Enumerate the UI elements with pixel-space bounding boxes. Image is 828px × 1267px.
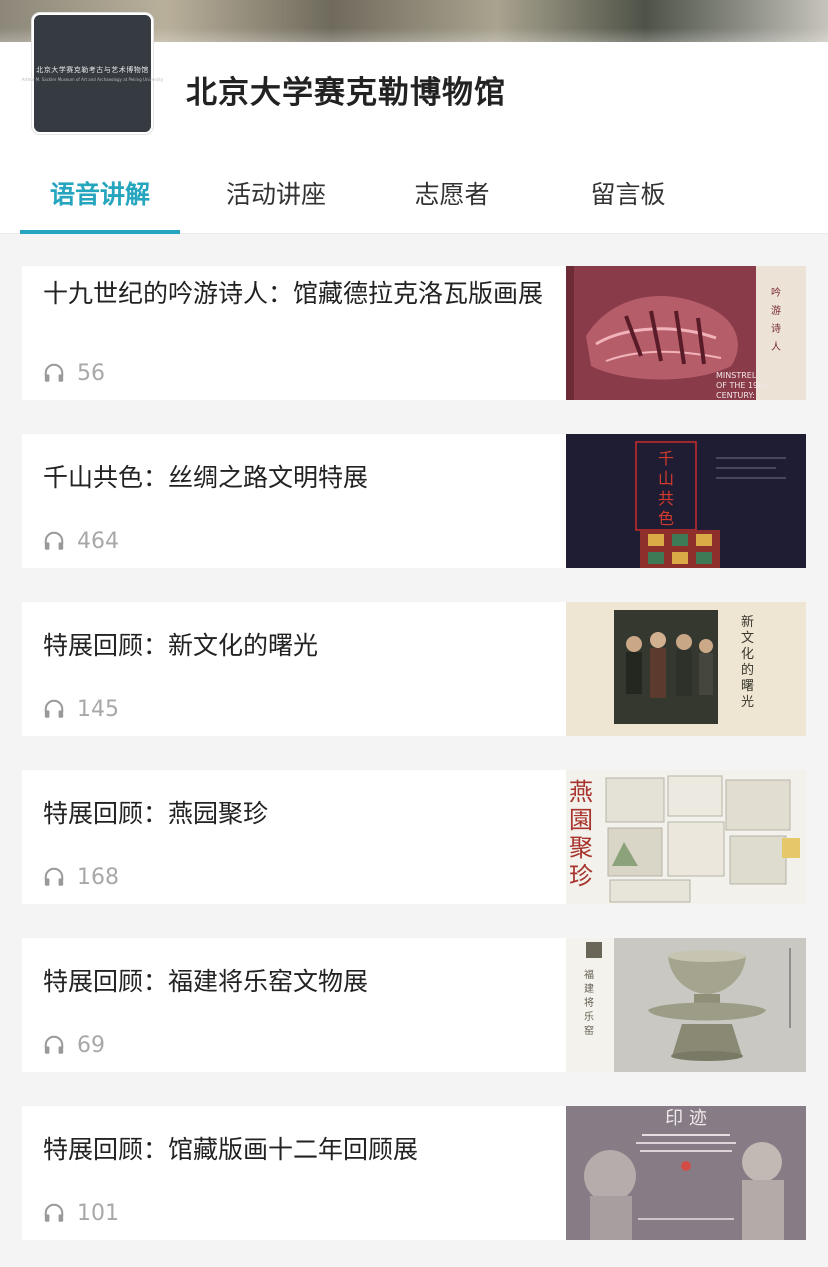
svg-text:乐: 乐 bbox=[584, 1011, 594, 1023]
list-item[interactable]: 特展回顾：燕园聚珍 168 燕 園 聚 珍 bbox=[22, 770, 806, 904]
headphones-icon bbox=[44, 699, 64, 718]
tab-volunteers[interactable]: 志愿者 bbox=[372, 154, 532, 234]
svg-text:園: 園 bbox=[569, 806, 593, 834]
svg-text:CENTURY:: CENTURY: bbox=[716, 391, 755, 400]
svg-text:千: 千 bbox=[658, 449, 674, 468]
active-tab-indicator bbox=[20, 230, 180, 234]
list-item[interactable]: 特展回顾：馆藏版画十二年回顾展 101 印 迹 bbox=[22, 1106, 806, 1240]
play-count-value: 101 bbox=[77, 1200, 119, 1226]
play-count: 56 bbox=[43, 360, 105, 386]
item-title: 十九世纪的吟游诗人：馆藏德拉克洛瓦版画展 bbox=[43, 279, 544, 308]
svg-text:共: 共 bbox=[658, 489, 674, 508]
play-count-value: 69 bbox=[77, 1032, 105, 1058]
play-count: 168 bbox=[43, 864, 119, 890]
tab-message-board[interactable]: 留言板 bbox=[548, 154, 708, 234]
poster-yanyuan-thumbnail: 燕 園 聚 珍 bbox=[566, 770, 806, 904]
tab-audio-guide[interactable]: 语音讲解 bbox=[20, 154, 180, 234]
svg-text:福: 福 bbox=[584, 968, 594, 981]
tab-bar: 语音讲解 活动讲座 志愿者 留言板 bbox=[0, 154, 828, 234]
svg-text:建: 建 bbox=[584, 982, 594, 995]
svg-text:光: 光 bbox=[741, 695, 754, 710]
play-count-value: 168 bbox=[77, 864, 119, 890]
museum-header: 北京大学赛克勒考古与艺术博物馆 Arthur M. Sackler Museum… bbox=[0, 0, 828, 154]
svg-text:印 迹: 印 迹 bbox=[665, 1108, 707, 1129]
svg-text:的: 的 bbox=[741, 662, 754, 678]
svg-text:珍: 珍 bbox=[569, 862, 593, 890]
poster-prints-thumbnail: 印 迹 bbox=[566, 1106, 806, 1240]
list-item[interactable]: 千山共色：丝绸之路文明特展 464 千 山 共 色 bbox=[22, 434, 806, 568]
list-item[interactable]: 特展回顾：福建将乐窑文物展 69 福 建 将 乐 窑 bbox=[22, 938, 806, 1072]
svg-text:色: 色 bbox=[658, 509, 674, 528]
svg-text:聚: 聚 bbox=[569, 834, 593, 862]
list-item[interactable]: 特展回顾：新文化的曙光 145 新 文 化 的 曙 光 bbox=[22, 602, 806, 736]
item-title: 千山共色：丝绸之路文明特展 bbox=[43, 463, 369, 492]
play-count-value: 464 bbox=[77, 528, 119, 554]
play-count: 101 bbox=[43, 1200, 119, 1226]
tab-activities-lectures[interactable]: 活动讲座 bbox=[196, 154, 356, 234]
item-title: 特展回顾：燕园聚珍 bbox=[43, 799, 269, 828]
svg-text:吟: 吟 bbox=[771, 286, 781, 299]
headphones-icon bbox=[44, 1203, 64, 1222]
museum-name: 北京大学赛克勒博物馆 bbox=[186, 75, 506, 111]
item-title: 特展回顾：福建将乐窑文物展 bbox=[43, 967, 369, 996]
headphones-icon bbox=[44, 867, 64, 886]
svg-text:窑: 窑 bbox=[584, 1024, 594, 1037]
museum-logo: 北京大学赛克勒考古与艺术博物馆 Arthur M. Sackler Museum… bbox=[22, 13, 163, 134]
poster-new-culture-thumbnail: 新 文 化 的 曙 光 bbox=[566, 602, 806, 736]
play-count: 69 bbox=[43, 1032, 105, 1058]
svg-text:山: 山 bbox=[658, 469, 674, 488]
play-count-value: 56 bbox=[77, 360, 105, 386]
poster-tiger-minstrel-thumbnail: 吟 游 诗 人 MINSTREL OF THE 19th CENTURY: bbox=[566, 266, 806, 400]
svg-text:化: 化 bbox=[741, 647, 754, 662]
svg-text:新: 新 bbox=[741, 614, 754, 630]
svg-text:人: 人 bbox=[771, 341, 781, 353]
svg-text:燕: 燕 bbox=[569, 778, 593, 806]
headphones-icon bbox=[44, 363, 64, 382]
play-count: 145 bbox=[43, 696, 119, 722]
svg-text:MINSTREL: MINSTREL bbox=[716, 371, 757, 380]
headphones-icon bbox=[44, 531, 64, 550]
svg-text:文: 文 bbox=[741, 631, 754, 646]
svg-text:诗: 诗 bbox=[771, 322, 781, 335]
poster-celadon-cup-thumbnail: 福 建 将 乐 窑 bbox=[566, 938, 806, 1072]
svg-text:游: 游 bbox=[771, 304, 781, 317]
play-count: 464 bbox=[43, 528, 119, 554]
logo-text-cn: 北京大学赛克勒考古与艺术博物馆 bbox=[36, 66, 149, 74]
item-title: 特展回顾：新文化的曙光 bbox=[43, 631, 319, 660]
play-count-value: 145 bbox=[77, 696, 119, 722]
item-title: 特展回顾：馆藏版画十二年回顾展 bbox=[43, 1135, 419, 1164]
logo-text-en: Arthur M. Sackler Museum of Art and Arch… bbox=[21, 77, 164, 82]
headphones-icon bbox=[44, 1035, 64, 1054]
poster-silk-road-thumbnail: 千 山 共 色 bbox=[566, 434, 806, 568]
svg-text:曙: 曙 bbox=[741, 679, 754, 694]
list-item[interactable]: 十九世纪的吟游诗人：馆藏德拉克洛瓦版画展 56 吟 游 诗 人 MINSTREL… bbox=[22, 266, 806, 400]
svg-text:将: 将 bbox=[584, 997, 594, 1009]
svg-text:OF THE 19th: OF THE 19th bbox=[716, 381, 766, 390]
